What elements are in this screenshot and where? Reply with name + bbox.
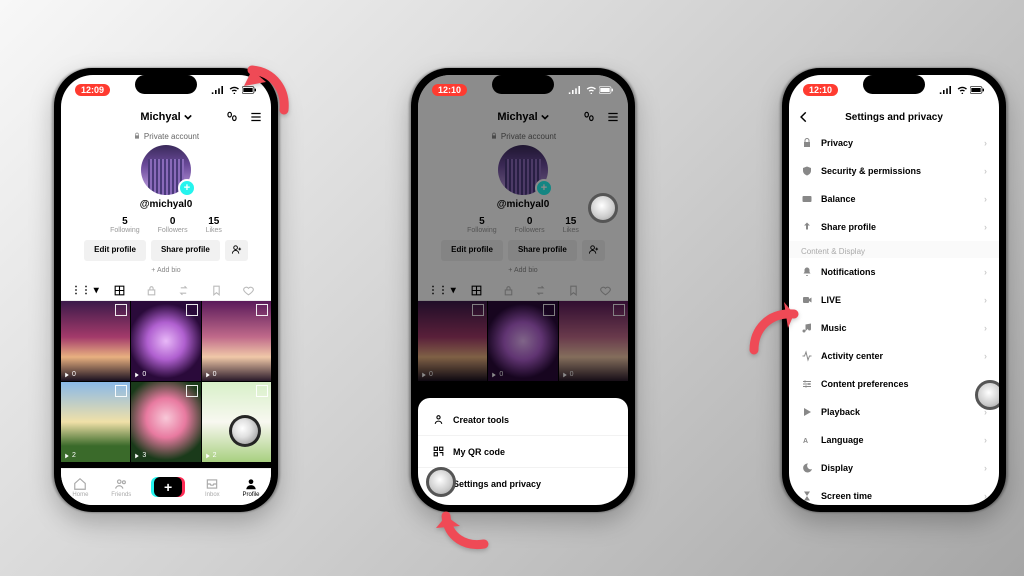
sheet-qr-code[interactable]: My QR code bbox=[418, 435, 628, 467]
settings-title: Settings and privacy bbox=[845, 112, 943, 123]
floating-record-button[interactable] bbox=[975, 380, 999, 410]
post-tile[interactable]: 0 bbox=[61, 301, 130, 381]
row-screen-time[interactable]: Screen time› bbox=[789, 482, 999, 505]
qr-icon bbox=[432, 445, 445, 458]
back-icon[interactable] bbox=[797, 110, 811, 124]
row-language[interactable]: ALanguage› bbox=[789, 426, 999, 454]
status-time: 12:10 bbox=[803, 84, 838, 96]
row-privacy[interactable]: Privacy› bbox=[789, 129, 999, 157]
stat-followers[interactable]: 0Followers bbox=[158, 216, 188, 234]
home-icon bbox=[73, 477, 87, 491]
person-icon bbox=[432, 413, 445, 426]
sheet-creator-tools[interactable]: Creator tools bbox=[418, 404, 628, 435]
heart-icon bbox=[242, 284, 255, 297]
avatar[interactable]: + bbox=[61, 145, 271, 195]
share-profile-button[interactable]: Share profile bbox=[151, 240, 220, 261]
bell-icon bbox=[801, 266, 813, 278]
nav-friends[interactable]: Friends bbox=[111, 477, 131, 498]
battery-icon bbox=[970, 86, 985, 94]
add-bio-button[interactable]: + Add bio bbox=[61, 267, 271, 274]
bottom-nav: Home Friends + Inbox Profile bbox=[61, 468, 271, 505]
wifi-icon bbox=[957, 86, 968, 94]
sliders-icon bbox=[801, 378, 813, 390]
content-tabs: ⋮⋮ ▾ bbox=[61, 280, 271, 301]
row-share-profile[interactable]: Share profile› bbox=[789, 213, 999, 241]
row-security[interactable]: Security & permissions› bbox=[789, 157, 999, 185]
annotation-arrow bbox=[234, 60, 294, 125]
tab-private[interactable] bbox=[135, 284, 167, 297]
repost-icon bbox=[177, 284, 190, 297]
row-notifications[interactable]: Notifications› bbox=[789, 258, 999, 286]
signal-icon bbox=[211, 86, 225, 94]
settings-header: Settings and privacy bbox=[789, 105, 999, 129]
nav-inbox[interactable]: Inbox bbox=[205, 477, 220, 498]
nav-create[interactable]: + bbox=[154, 477, 182, 497]
phone-sheet: 12:10 Michyal Private account + @michyal… bbox=[411, 68, 635, 512]
nav-profile[interactable]: Profile bbox=[243, 477, 260, 498]
nav-home[interactable]: Home bbox=[72, 477, 88, 498]
post-tile[interactable]: 3 bbox=[131, 382, 200, 462]
floating-record-button[interactable] bbox=[588, 193, 618, 223]
post-tile[interactable]: 0 bbox=[202, 301, 271, 381]
lock-tab-icon bbox=[145, 284, 158, 297]
play-icon bbox=[801, 406, 813, 418]
bookmark-icon bbox=[210, 284, 223, 297]
phone-settings: 12:10 Settings and privacy Privacy› Secu… bbox=[782, 68, 1006, 512]
person-plus-icon bbox=[231, 244, 242, 255]
stat-following[interactable]: 5Following bbox=[110, 216, 140, 234]
row-live[interactable]: LIVE› bbox=[789, 286, 999, 314]
status-time: 12:09 bbox=[75, 84, 110, 96]
tab-saved[interactable] bbox=[200, 284, 232, 297]
tab-posts[interactable] bbox=[103, 284, 135, 297]
moon-icon bbox=[801, 462, 813, 474]
profile-icon bbox=[244, 477, 258, 491]
signal-icon bbox=[568, 86, 582, 94]
signal-icon bbox=[939, 86, 953, 94]
add-friend-button[interactable] bbox=[225, 240, 248, 261]
row-activity-center[interactable]: Activity center› bbox=[789, 342, 999, 370]
row-content-preferences[interactable]: Content preferences› bbox=[789, 370, 999, 398]
hourglass-icon bbox=[801, 490, 813, 502]
chevron-down-icon bbox=[184, 113, 192, 121]
tab-liked[interactable] bbox=[233, 284, 265, 297]
row-playback[interactable]: Playback› bbox=[789, 398, 999, 426]
lock-icon bbox=[801, 137, 813, 149]
profile-name-dropdown[interactable]: Michyal bbox=[140, 111, 191, 123]
handle: @michyal0 bbox=[61, 199, 271, 210]
row-music[interactable]: Music› bbox=[789, 314, 999, 342]
post-tile[interactable]: 0 bbox=[131, 301, 200, 381]
annotation-arrow bbox=[748, 300, 818, 365]
stats-row: 5Following 0Followers 15Likes bbox=[61, 216, 271, 234]
phone-profile: 12:09 Michyal Private account + @michyal… bbox=[54, 68, 278, 512]
sort-button[interactable]: ⋮⋮ ▾ bbox=[67, 285, 103, 296]
wifi-icon bbox=[586, 86, 597, 94]
floating-record-button[interactable] bbox=[229, 415, 261, 447]
lock-icon bbox=[133, 132, 141, 140]
section-content-display: Content & Display bbox=[789, 241, 999, 258]
stat-likes[interactable]: 15Likes bbox=[206, 216, 222, 234]
post-tile[interactable]: 2 bbox=[61, 382, 130, 462]
wallet-icon bbox=[801, 193, 813, 205]
private-account-label: Private account bbox=[61, 129, 271, 143]
svg-text:A: A bbox=[803, 438, 808, 445]
grid-icon bbox=[113, 284, 126, 297]
edit-profile-button[interactable]: Edit profile bbox=[84, 240, 146, 261]
tab-reposts[interactable] bbox=[168, 284, 200, 297]
avatar-add-icon[interactable]: + bbox=[178, 179, 196, 197]
status-time: 12:10 bbox=[432, 84, 467, 96]
battery-icon bbox=[599, 86, 614, 94]
language-icon: A bbox=[801, 434, 813, 446]
friends-icon bbox=[114, 477, 128, 491]
row-balance[interactable]: Balance› bbox=[789, 185, 999, 213]
row-display[interactable]: Display› bbox=[789, 454, 999, 482]
shield-icon bbox=[801, 165, 813, 177]
annotation-arrow bbox=[436, 492, 496, 557]
inbox-icon bbox=[205, 477, 219, 491]
share-icon bbox=[801, 221, 813, 233]
